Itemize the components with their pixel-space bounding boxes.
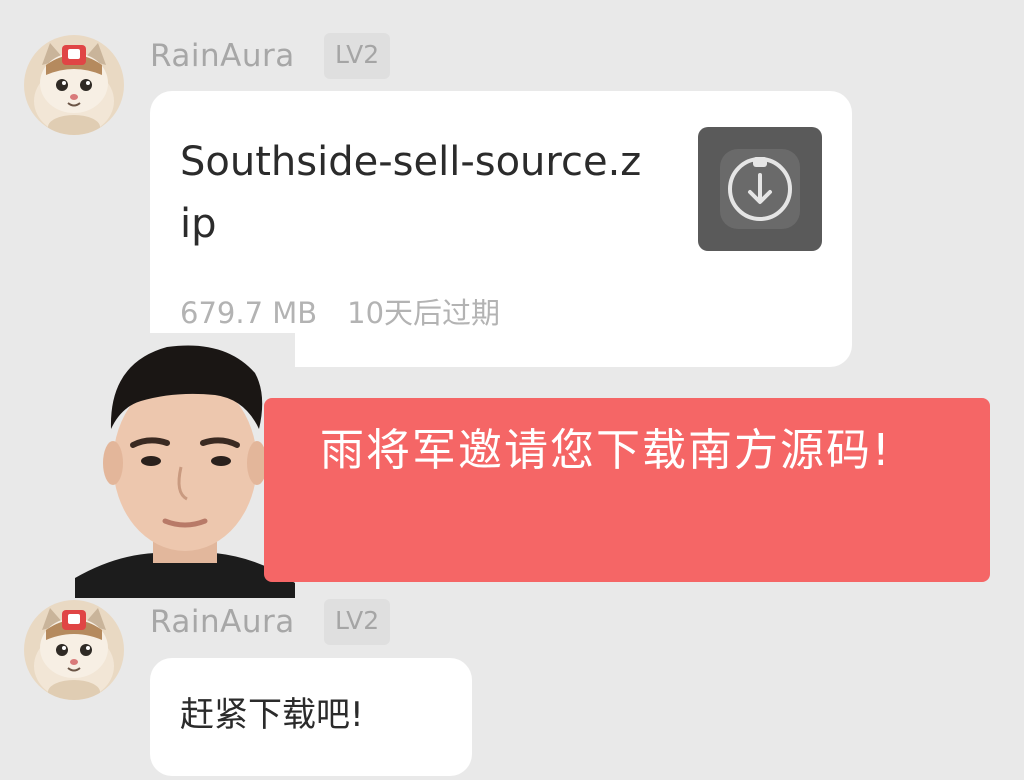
message-text: 赶紧下载吧! xyxy=(180,695,364,735)
download-icon xyxy=(720,149,800,229)
file-meta: 679.7 MB 10天后过期 xyxy=(180,293,500,333)
invite-banner-text: 雨将军邀请您下载南方源码! xyxy=(320,425,892,476)
cat-avatar-icon xyxy=(24,35,124,135)
chat-screen: RainAura LV2 Southside-sell-source.zip 6… xyxy=(0,0,1024,780)
cat-avatar-icon xyxy=(24,600,124,700)
invite-banner: 雨将军邀请您下载南方源码! xyxy=(264,398,990,582)
text-message-bubble[interactable]: 赶紧下载吧! xyxy=(150,658,472,776)
person-photo xyxy=(75,333,295,598)
file-message-bubble[interactable]: Southside-sell-source.zip 679.7 MB 10天后过期 xyxy=(150,91,852,367)
file-expiry: 10天后过期 xyxy=(347,296,501,330)
person-photo-image xyxy=(75,333,295,598)
sender-avatar[interactable] xyxy=(24,35,124,135)
sender-name[interactable]: RainAura xyxy=(150,36,295,76)
file-size: 679.7 MB xyxy=(180,296,318,330)
sender-name[interactable]: RainAura xyxy=(150,602,295,642)
level-badge: LV2 xyxy=(324,33,391,79)
level-badge: LV2 xyxy=(324,599,391,645)
file-download-button[interactable] xyxy=(698,127,822,251)
file-name: Southside-sell-source.zip xyxy=(180,139,642,247)
sender-avatar[interactable] xyxy=(24,600,124,700)
